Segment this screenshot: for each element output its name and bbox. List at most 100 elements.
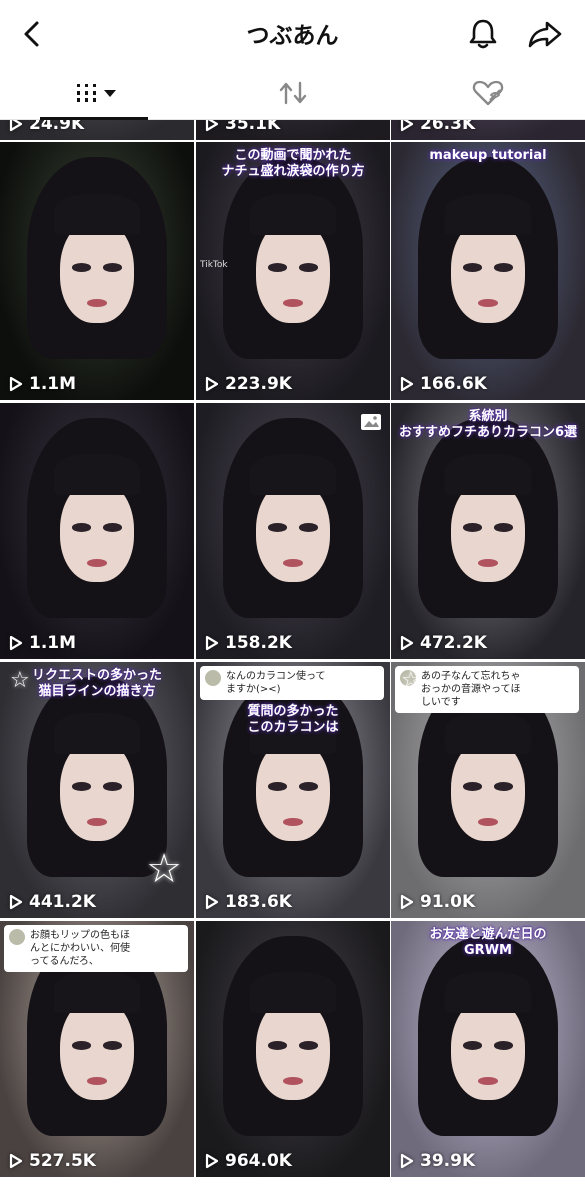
portrait-eye (493, 263, 514, 273)
view-count-label: 527.5K (29, 1151, 96, 1171)
repost-icon (279, 81, 306, 105)
play-icon (9, 120, 23, 132)
play-icon (9, 894, 23, 910)
portrait-lip (283, 559, 303, 567)
video-thumbnail[interactable]: この動画で聞かれた ナチュ盛れ涙袋の作り方 TikTok 223.9K (196, 142, 390, 400)
video-thumbnail[interactable]: 26.3K (391, 120, 585, 140)
portrait-fringe (445, 193, 531, 235)
portrait-face (60, 738, 134, 842)
portrait-face (451, 738, 525, 842)
video-thumbnail[interactable]: お友達と遊んだ日の GRWM 39.9K (391, 921, 585, 1177)
thumbnail-image (0, 142, 194, 400)
share-button[interactable] (525, 14, 565, 54)
video-caption: 系統別 おすすめフチありカラコン6選 (398, 409, 578, 441)
star-sticker: ☆ (146, 846, 182, 892)
profile-tabs (0, 66, 585, 120)
portrait-eye (298, 782, 319, 792)
view-count: 24.9K (9, 120, 84, 134)
share-arrow-icon (528, 21, 562, 48)
video-thumbnail[interactable]: あの子なんて忘れちゃ おっかの音源やってほ しいです ☆ 91.0K (391, 662, 585, 918)
portrait-eye (493, 523, 514, 533)
play-icon (205, 376, 219, 392)
video-thumbnail[interactable]: 24.9K (0, 120, 194, 140)
portrait-lip (87, 818, 107, 826)
portrait-fringe (445, 972, 531, 1014)
portrait-fringe (445, 454, 531, 496)
view-count: 472.2K (400, 633, 487, 653)
video-thumbnail[interactable]: リクエストの多かった 猫目ラインの描き方 ☆ ☆ 441.2K (0, 662, 194, 918)
video-thumbnail[interactable]: 1.1M (0, 403, 194, 659)
portrait-lip (87, 299, 107, 308)
view-count: 39.9K (400, 1151, 475, 1171)
video-caption: リクエストの多かった 猫目ラインの描き方 (31, 668, 162, 700)
video-caption: お友達と遊んだ日の GRWM (429, 927, 547, 959)
video-thumbnail[interactable]: 系統別 おすすめフチありカラコン6選 472.2K (391, 403, 585, 659)
view-count-label: 166.6K (420, 374, 487, 394)
portrait-face (256, 479, 330, 583)
video-thumbnail[interactable]: 1.1M (0, 142, 194, 400)
thumbnail-image (196, 662, 390, 918)
video-thumbnail[interactable]: お顔もリップの色もほ んとにかわいい、何使 ってるんだろ、 527.5K (0, 921, 194, 1177)
portrait-eye (102, 1041, 123, 1051)
video-thumbnail[interactable]: 964.0K (196, 921, 390, 1177)
view-count-label: 1.1M (29, 633, 77, 653)
star-sticker: ☆ (10, 668, 30, 693)
video-caption: 質問の多かった このカラコンは (247, 704, 339, 736)
portrait-eye (267, 263, 288, 273)
portrait-face (60, 479, 134, 583)
video-thumbnail[interactable]: 35.1K (196, 120, 390, 140)
play-icon (205, 635, 219, 651)
play-icon (400, 894, 414, 910)
view-count-label: 441.2K (29, 892, 96, 912)
portrait-eye (462, 1041, 483, 1051)
portrait-fringe (54, 193, 140, 235)
portrait-face (256, 219, 330, 323)
portrait-fringe (250, 193, 336, 235)
photo-carousel-icon (361, 414, 381, 430)
thumbnail-image (196, 403, 390, 659)
view-count: 527.5K (9, 1151, 96, 1171)
portrait-eye (71, 782, 92, 792)
portrait-fringe (250, 454, 336, 496)
video-thumbnail[interactable]: 158.2K (196, 403, 390, 659)
avatar (205, 670, 221, 686)
comment-text: お顔もリップの色もほ んとにかわいい、何使 ってるんだろ、 (30, 930, 130, 967)
play-icon (9, 1153, 23, 1169)
portrait-eye (298, 1041, 319, 1051)
portrait-eye (71, 523, 92, 533)
grid-icon (76, 84, 116, 102)
tab-liked[interactable] (390, 66, 585, 120)
view-count: 441.2K (9, 892, 96, 912)
portrait-eye (462, 263, 483, 273)
portrait-eye (462, 782, 483, 792)
video-caption: makeup tutorial (429, 148, 547, 163)
video-thumbnail[interactable]: なんのカラコン使って ますか(><) 質問の多かった このカラコンは 183.6K (196, 662, 390, 918)
thumbnail-image (196, 142, 390, 400)
portrait-lip (283, 818, 303, 826)
video-thumbnail[interactable]: makeup tutorial 166.6K (391, 142, 585, 400)
view-count: 1.1M (9, 374, 76, 394)
video-caption: この動画で聞かれた ナチュ盛れ涙袋の作り方 (221, 148, 365, 180)
tab-videos[interactable] (0, 66, 195, 120)
play-icon (400, 376, 414, 392)
portrait-eye (493, 782, 514, 792)
play-icon (9, 376, 23, 392)
view-count-label: 39.9K (420, 1151, 476, 1171)
view-count: 166.6K (400, 374, 487, 394)
portrait-eye (267, 782, 288, 792)
portrait-face (451, 219, 525, 323)
view-count-label: 35.1K (225, 120, 281, 134)
portrait-lip (283, 1077, 303, 1085)
tab-reposts[interactable] (195, 66, 390, 120)
avatar (9, 929, 25, 945)
portrait-fringe (54, 454, 140, 496)
portrait-eye (71, 1041, 92, 1051)
portrait-fringe (250, 972, 336, 1014)
portrait-lip (478, 818, 498, 826)
notifications-button[interactable] (463, 14, 503, 54)
caret-down-icon (103, 90, 116, 97)
portrait-eye (462, 523, 483, 533)
portrait-face (451, 479, 525, 583)
comment-bubble: あの子なんて忘れちゃ おっかの音源やってほ しいです (395, 666, 579, 713)
play-icon (9, 635, 23, 651)
